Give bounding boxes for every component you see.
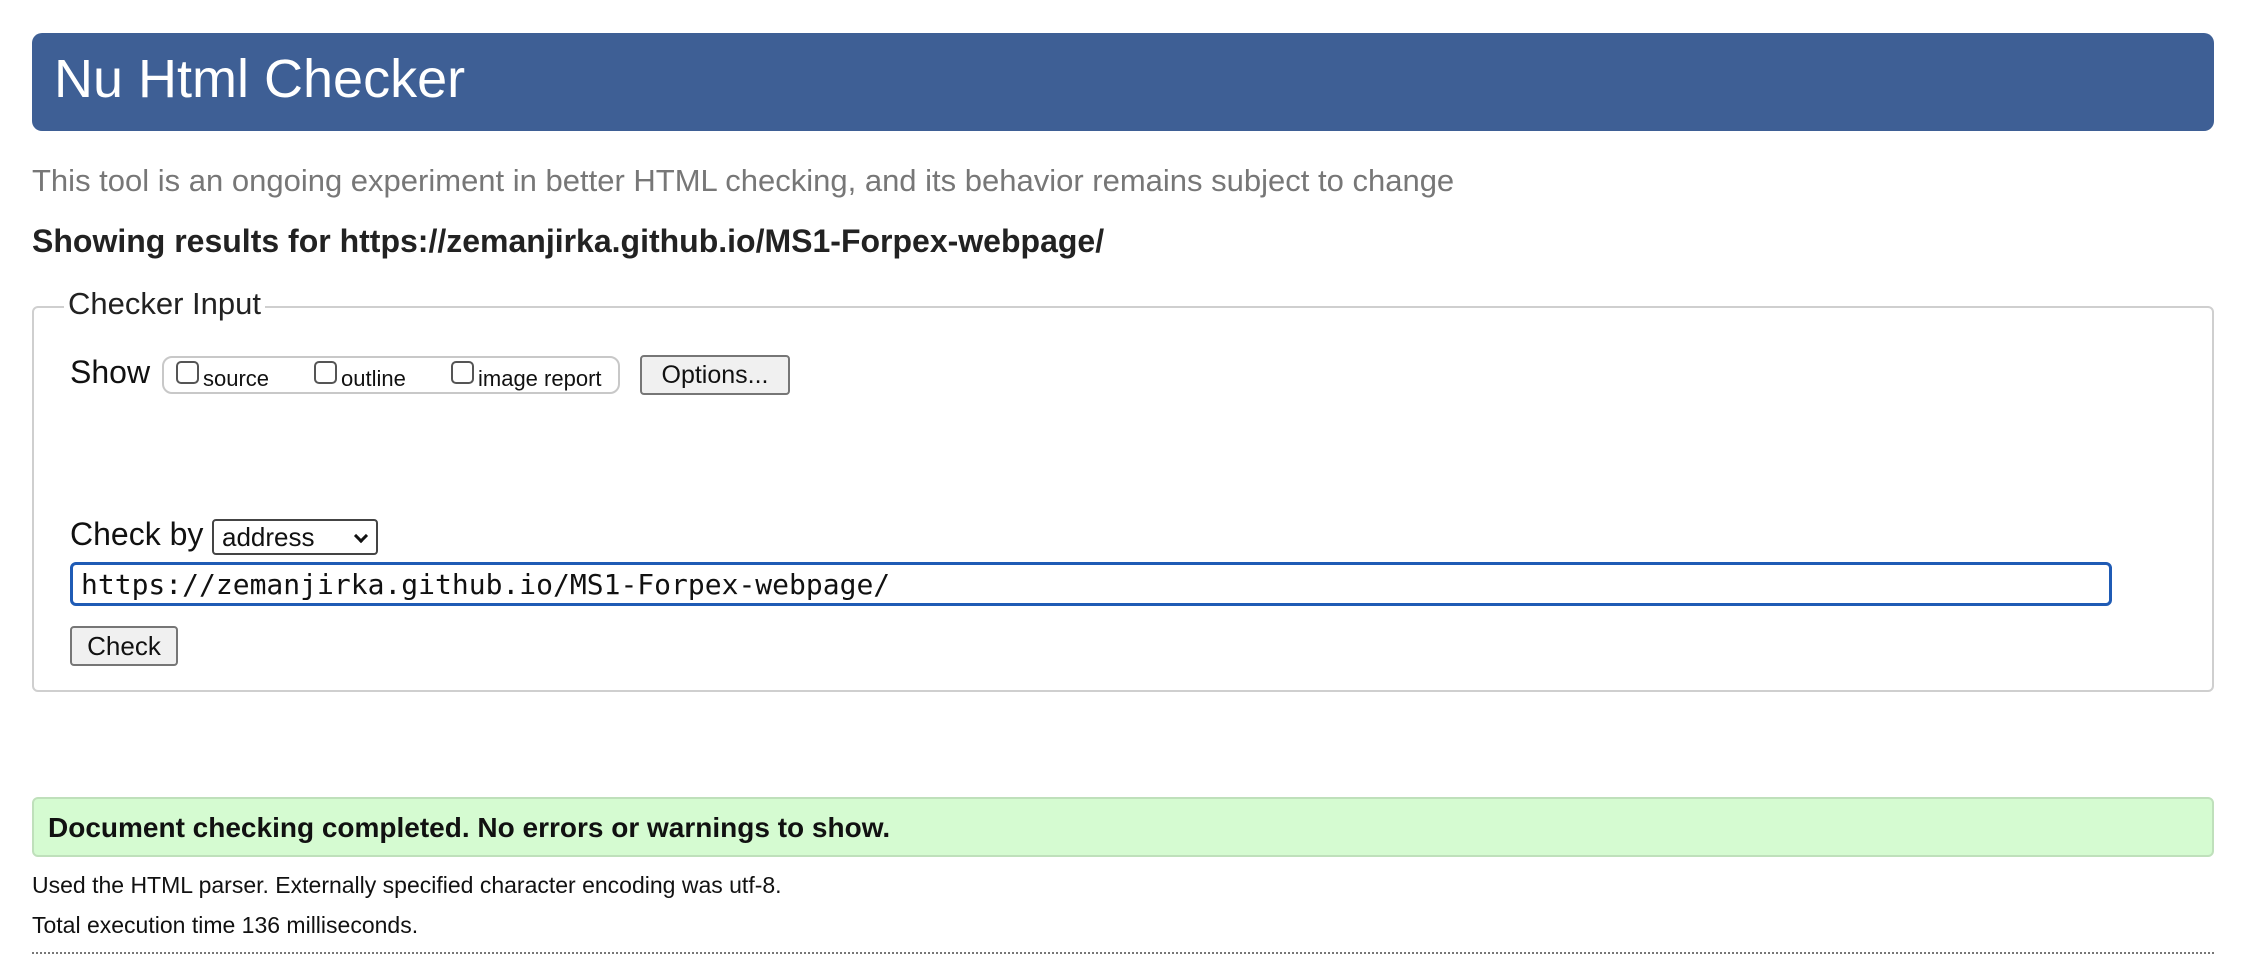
header-banner: Nu Html Checker — [32, 33, 2214, 131]
check-button[interactable]: Check — [70, 626, 178, 666]
tool-description: This tool is an ongoing experiment in be… — [32, 163, 1455, 198]
check-by-select[interactable]: address — [212, 519, 378, 555]
results-heading: Showing results for https://zemanjirka.g… — [32, 223, 1105, 259]
page-title: Nu Html Checker — [54, 49, 466, 109]
outline-label: outline — [341, 366, 406, 391]
execution-time: Total execution time 136 milliseconds. — [32, 912, 419, 938]
check-by-label: Check by — [70, 516, 204, 552]
dotted-divider — [32, 952, 2214, 954]
checker-input-fieldset: Checker Input Show source outline image … — [32, 286, 2214, 692]
show-outline-option[interactable]: outline — [314, 360, 406, 392]
image-report-label: image report — [478, 366, 602, 391]
success-message: Document checking completed. No errors o… — [48, 812, 891, 843]
source-label: source — [203, 366, 270, 391]
url-input[interactable] — [70, 562, 2112, 606]
parser-info: Used the HTML parser. Externally specifi… — [32, 872, 782, 898]
checker-page: Nu Html Checker This tool is an ongoing … — [0, 0, 2249, 960]
options-button[interactable]: Options... — [640, 355, 790, 395]
chevron-down-icon — [353, 528, 369, 544]
show-image-report-option[interactable]: image report — [451, 360, 602, 392]
show-source-option[interactable]: source — [176, 360, 269, 392]
checker-input-legend: Checker Input — [64, 286, 265, 322]
show-label: Show — [70, 354, 151, 390]
image-report-checkbox[interactable] — [451, 361, 474, 384]
check-by-selected-value: address — [222, 522, 315, 552]
show-options-group: source outline image report — [162, 356, 620, 394]
outline-checkbox[interactable] — [314, 361, 337, 384]
source-checkbox[interactable] — [176, 361, 199, 384]
success-message-box: Document checking completed. No errors o… — [32, 797, 2214, 857]
